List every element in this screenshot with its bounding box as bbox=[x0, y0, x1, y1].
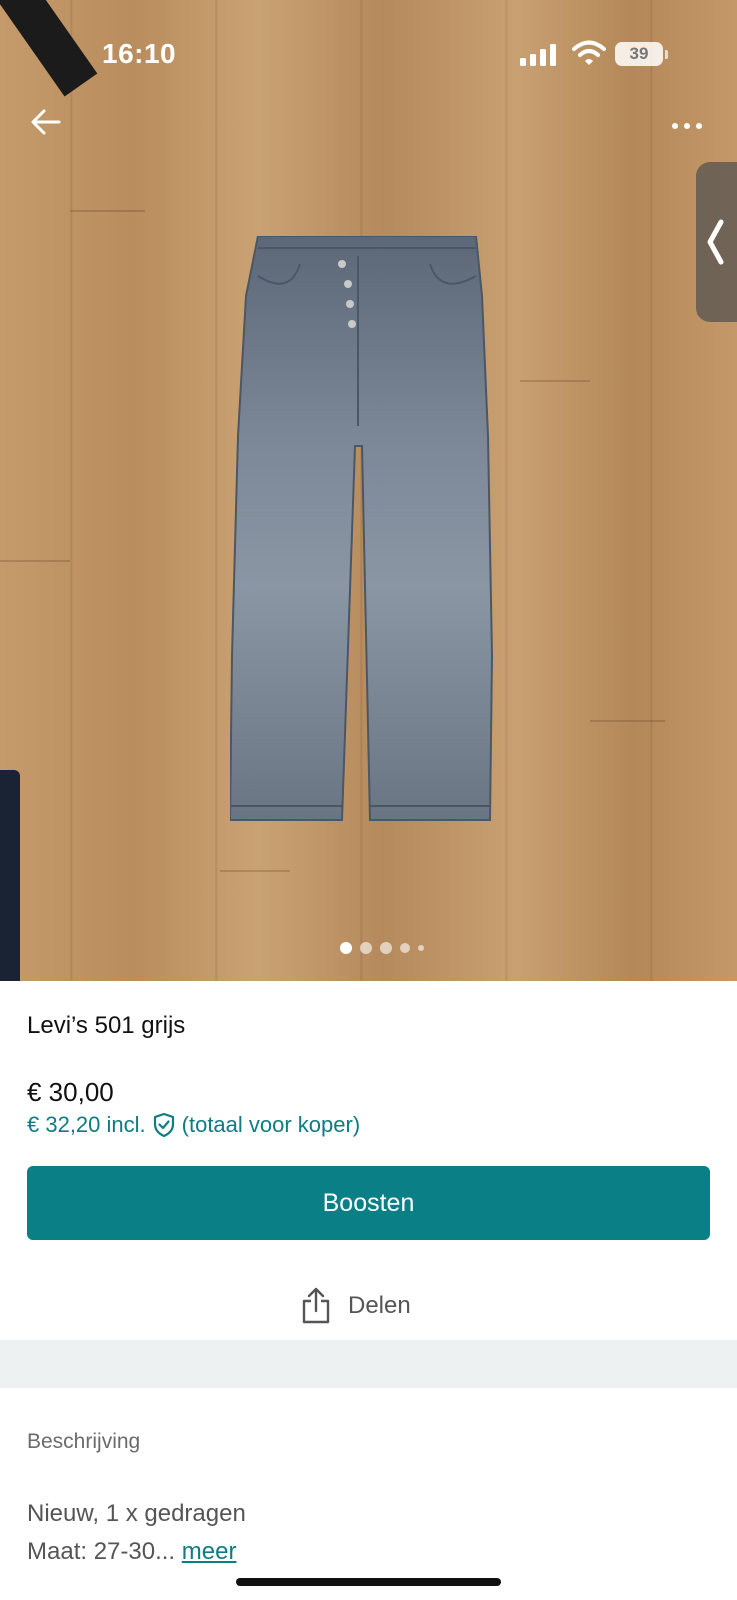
side-panel-handle[interactable] bbox=[696, 162, 737, 322]
shield-check-icon bbox=[153, 1112, 174, 1138]
share-icon bbox=[302, 1287, 330, 1324]
item-price: € 30,00 bbox=[27, 1077, 114, 1107]
price-incl-value: € 32,20 incl. bbox=[27, 1112, 146, 1137]
bag-edge bbox=[0, 770, 20, 981]
battery-icon: 39 bbox=[615, 42, 663, 66]
arrow-left-icon bbox=[31, 109, 61, 135]
floor-seam bbox=[0, 560, 70, 562]
share-button[interactable]: Delen bbox=[300, 1284, 411, 1328]
section-divider bbox=[0, 1340, 737, 1388]
description-text-truncated: Maat: 27-30... meer bbox=[27, 1538, 236, 1566]
floor-seam bbox=[220, 870, 290, 872]
ellipsis-icon bbox=[696, 123, 702, 129]
status-time: 16:10 bbox=[102, 38, 177, 69]
more-options-button[interactable] bbox=[662, 108, 712, 144]
price-incl-note: (totaal voor koper) bbox=[181, 1112, 361, 1137]
gallery-pagination bbox=[340, 940, 424, 956]
back-button[interactable] bbox=[26, 102, 66, 142]
pagination-dot-active[interactable] bbox=[340, 942, 352, 954]
description-heading: Beschrijving bbox=[27, 1430, 141, 1453]
ellipsis-icon bbox=[672, 123, 678, 129]
item-title: Levi’s 501 grijs bbox=[27, 1012, 186, 1039]
floor-seam bbox=[520, 380, 590, 382]
pagination-dot[interactable] bbox=[380, 942, 392, 954]
description-line: Maat: 27-30... bbox=[27, 1538, 176, 1565]
floor-seam bbox=[70, 210, 145, 212]
status-bar: 16:10 39 bbox=[0, 0, 737, 100]
battery-nub bbox=[665, 50, 668, 59]
signal-icon bbox=[520, 44, 556, 66]
floor-seam bbox=[590, 720, 665, 722]
buyer-total-price[interactable]: € 32,20 incl. (totaal voor koper) bbox=[27, 1112, 360, 1138]
jeans-image bbox=[230, 236, 494, 821]
boost-button[interactable]: Boosten bbox=[27, 1166, 710, 1240]
pagination-dot[interactable] bbox=[400, 943, 410, 953]
home-indicator[interactable] bbox=[236, 1578, 501, 1586]
wifi-icon bbox=[572, 40, 606, 65]
chevron-left-icon bbox=[707, 219, 724, 265]
pagination-dot[interactable] bbox=[360, 942, 372, 954]
share-label: Delen bbox=[348, 1292, 411, 1319]
read-more-link[interactable]: meer bbox=[182, 1538, 237, 1565]
ellipsis-icon bbox=[684, 123, 690, 129]
pagination-dot[interactable] bbox=[418, 945, 424, 951]
product-photo[interactable] bbox=[0, 0, 737, 981]
description-text: Nieuw, 1 x gedragen bbox=[27, 1500, 246, 1527]
